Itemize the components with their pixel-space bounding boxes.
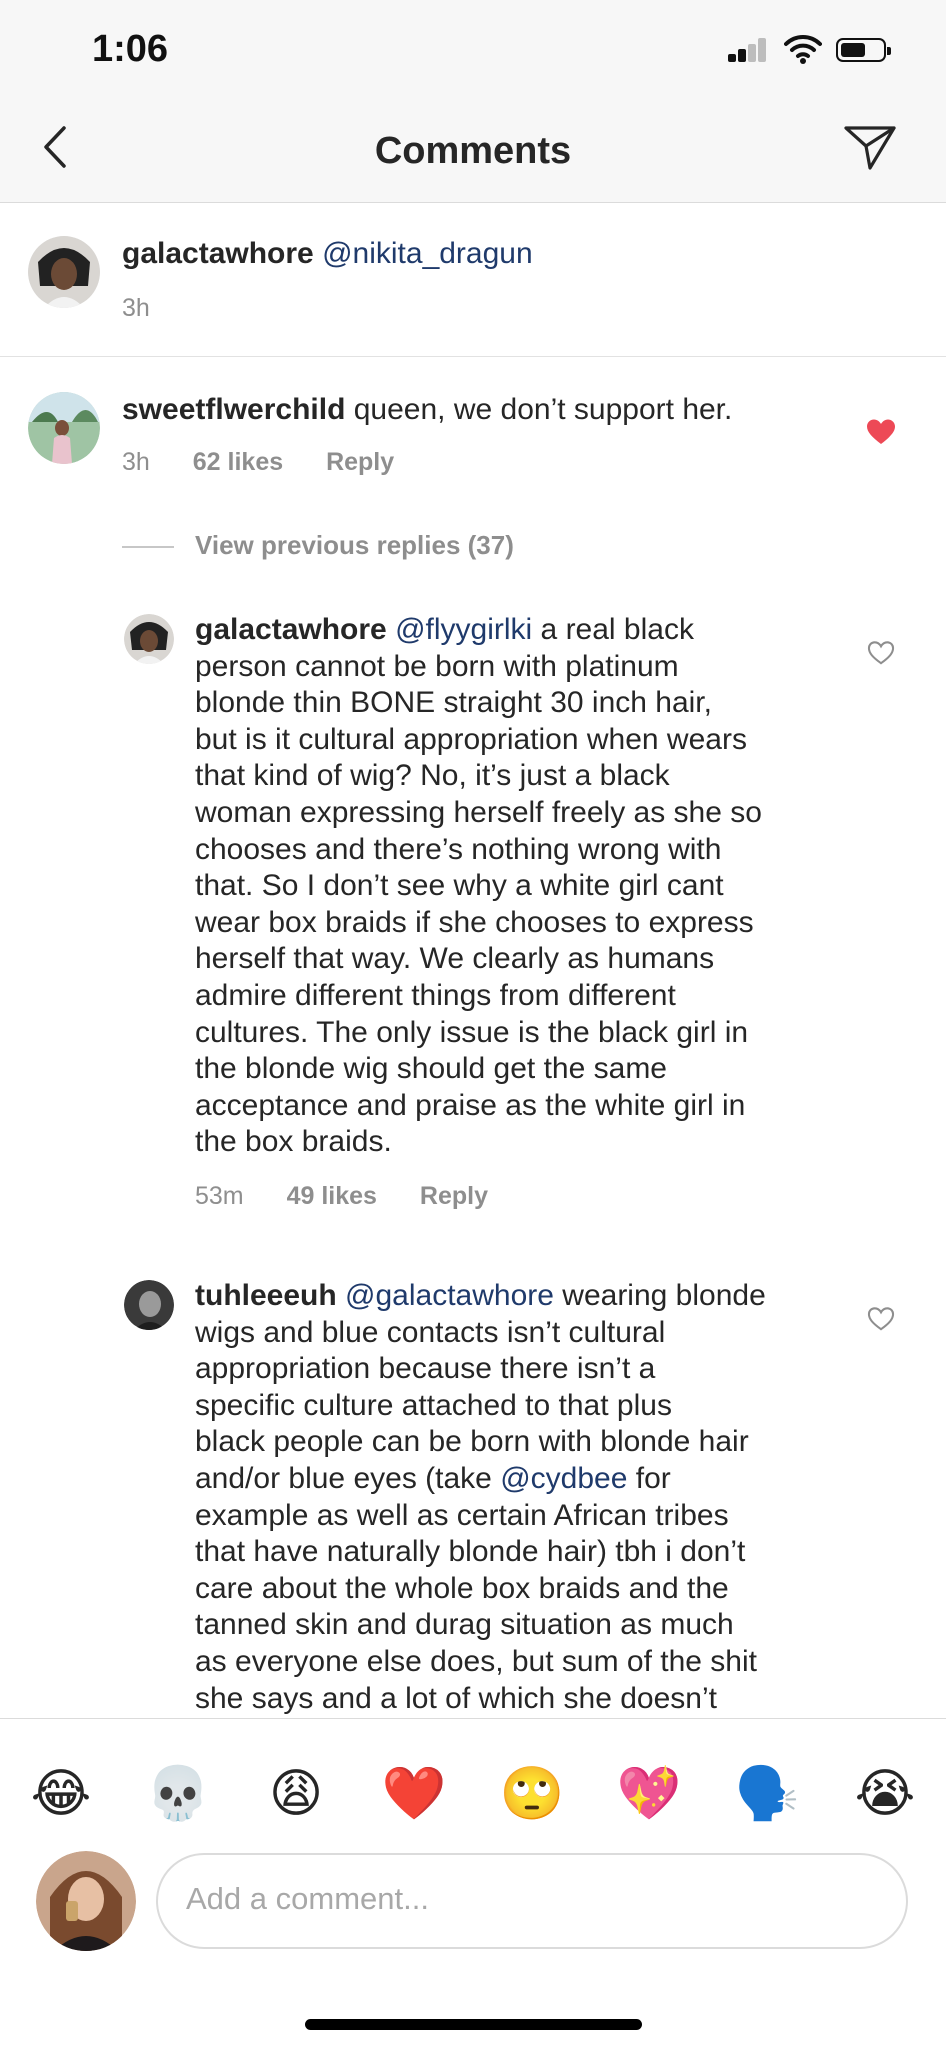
reply-text-line: care about the whole box braids and the	[195, 1571, 729, 1605]
status-bar: 1:06	[0, 0, 946, 100]
reply-mention[interactable]: @galactawhore	[345, 1279, 554, 1312]
reply-meta: 53m 49 likes Reply	[195, 1182, 488, 1211]
replies-connector-line	[122, 546, 174, 548]
eye-roll-emoji[interactable]: 🙄	[497, 1759, 567, 1829]
emoji-quick-bar: 😂 💀 😩 ❤️ 🙄 💖 🗣️ 😭	[0, 1759, 946, 1829]
reply-avatar[interactable]	[124, 1280, 174, 1330]
caption-mention[interactable]: @nikita_dragun	[322, 237, 533, 270]
caption-divider	[0, 356, 946, 357]
comment-composer: 😂 💀 😩 ❤️ 🙄 💖 🗣️ 😭 Add a comment...	[0, 1718, 946, 2049]
comment-meta: 3h 62 likes Reply	[122, 448, 394, 477]
reply-likes[interactable]: 49 likes	[287, 1182, 377, 1210]
reply-text-line: cultures. The only issue is the black gi…	[195, 1015, 749, 1049]
comment-time: 3h	[122, 448, 150, 476]
commenter-avatar[interactable]	[28, 392, 100, 464]
home-indicator[interactable]	[305, 2019, 642, 2030]
reply-text-line: herself that way. We clearly as humans	[195, 942, 715, 976]
reply-avatar[interactable]	[124, 614, 174, 664]
reply-text-line: black people can be born with blonde hai…	[195, 1425, 749, 1459]
reply-text-line: but is it cultural appropriation when we…	[195, 722, 747, 756]
reply-text-line: wearing blonde	[562, 1279, 766, 1312]
user-avatar[interactable]	[36, 1851, 136, 1951]
skull-emoji[interactable]: 💀	[143, 1759, 213, 1829]
reply-reply-button[interactable]: Reply	[420, 1182, 488, 1210]
reply-text-line: she says and a lot of which she doesn’t	[195, 1681, 717, 1715]
tears-of-joy-emoji[interactable]: 😂	[26, 1759, 96, 1829]
liked-heart-icon[interactable]	[866, 418, 896, 446]
reply-line-1: tuhleeeuh @galactawhore wearing blonde	[195, 1278, 835, 1315]
reply-text-line: that. So I don’t see why a white girl ca…	[195, 869, 724, 903]
reply-line-with-mention: and/or blue eyes (take @cydbee for	[195, 1461, 835, 1498]
red-heart-emoji[interactable]: ❤️	[379, 1759, 449, 1829]
reply-text-line: person cannot be born with platinum	[195, 649, 679, 683]
comment-reply-button[interactable]: Reply	[326, 448, 394, 476]
comment-likes[interactable]: 62 likes	[193, 448, 283, 476]
reply-text-line: woman expressing herself freely as she s…	[195, 795, 762, 829]
reply-text-line: tanned skin and durag situation as much	[195, 1608, 734, 1642]
comment-body: queen, we don’t support her.	[353, 393, 733, 426]
reply-text-line: as everyone else does, but sum of the sh…	[195, 1644, 757, 1678]
comment-input[interactable]: Add a comment...	[156, 1853, 908, 1949]
comment-input-placeholder: Add a comment...	[186, 1881, 429, 1916]
caption-avatar[interactable]	[28, 236, 100, 308]
reply-text-line: chooses and there’s nothing wrong with	[195, 832, 722, 866]
reply-text-line: that kind of wig? No, it’s just a black	[195, 759, 670, 793]
reply-text-line: the blonde wig should get the same	[195, 1052, 667, 1086]
reply-time: 53m	[195, 1182, 244, 1210]
reply-text-line: the box braids.	[195, 1125, 392, 1159]
comment-text: sweetflwerchild queen, we don’t support …	[122, 392, 822, 429]
reply-text-line: a real black	[540, 613, 694, 646]
battery-icon	[836, 38, 891, 62]
send-icon[interactable]	[842, 122, 898, 172]
reply-text-line: example as well as certain African tribe…	[195, 1498, 729, 1532]
comment-username[interactable]: sweetflwerchild	[122, 393, 345, 426]
caption-username[interactable]: galactawhore	[122, 237, 314, 270]
page-title: Comments	[374, 130, 572, 172]
speaking-head-emoji[interactable]: 🗣️	[732, 1759, 802, 1829]
reply-text-line: that have naturally blonde hair) tbh i d…	[195, 1535, 746, 1569]
heart-outline-icon[interactable]	[867, 1306, 895, 1332]
crying-face-emoji[interactable]: 😭	[850, 1759, 920, 1829]
wifi-icon	[784, 34, 822, 64]
reply-text-line: wear box braids if she chooses to expres…	[195, 905, 754, 939]
reply-text-line: for	[635, 1461, 671, 1495]
sparkling-heart-emoji[interactable]: 💖	[614, 1759, 684, 1829]
heart-outline-icon[interactable]	[867, 640, 895, 666]
reply-text-line: and/or blue eyes (take	[195, 1461, 492, 1495]
caption-time: 3h	[122, 294, 150, 322]
caption-text: galactawhore @nikita_dragun	[122, 236, 533, 273]
reply-text-line: admire different things from different	[195, 978, 676, 1012]
reply-username[interactable]: tuhleeeuh	[195, 1279, 337, 1312]
reply-mention[interactable]: @flyygirlki	[395, 613, 532, 646]
status-time: 1:06	[92, 28, 169, 70]
comments-header: Comments	[0, 100, 946, 203]
reply-line-1: galactawhore @flyygirlki a real black	[195, 612, 835, 649]
cellular-signal-icon	[728, 38, 768, 62]
reply-text-line: appropriation because there isn’t a	[195, 1352, 656, 1386]
reply-inline-mention[interactable]: @cydbee	[500, 1462, 627, 1495]
weary-face-emoji[interactable]: 😩	[261, 1759, 331, 1829]
reply-text-line: acceptance and praise as the white girl …	[195, 1088, 746, 1122]
reply-text: galactawhore @flyygirlki a real black pe…	[195, 612, 835, 1161]
reply-text-line: specific culture attached to that plus	[195, 1388, 672, 1422]
reply-text: tuhleeeuh @galactawhore wearing blonde w…	[195, 1278, 835, 1717]
view-previous-replies-button[interactable]: View previous replies (37)	[195, 530, 514, 561]
reply-text-line: wigs and blue contacts isn’t cultural	[195, 1315, 666, 1349]
reply-username[interactable]: galactawhore	[195, 613, 387, 646]
reply-text-line: blonde thin BONE straight 30 inch hair,	[195, 686, 712, 720]
